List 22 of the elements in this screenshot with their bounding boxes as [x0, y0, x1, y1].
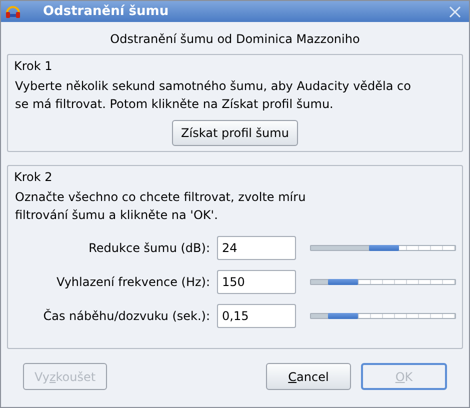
slider-track[interactable] — [310, 245, 456, 251]
field-label: Vyhlazení frekvence (Hz): — [55, 274, 211, 291]
field-label: Čas náběhu/dozvuku (sek.): — [42, 308, 211, 325]
slider-track[interactable] — [310, 313, 456, 319]
input-field[interactable]: 0,15 — [217, 304, 296, 328]
window-title: Odstranění šumu — [43, 2, 169, 21]
dialog-heading: Odstranění šumu od Dominica Mazzoniho — [109, 31, 361, 48]
slider-track[interactable] — [310, 279, 456, 285]
slider-thumb[interactable] — [328, 313, 358, 319]
slider-thumb[interactable] — [369, 245, 399, 251]
instructions: Označte všechno co chcete filtrovat, zvolte míru filtrování šumu a klikněte na 'OK'. — [14, 189, 307, 224]
group-title: Krok 2 — [14, 169, 54, 186]
slider-thumb[interactable] — [328, 279, 358, 285]
close-icon[interactable] — [449, 6, 461, 18]
noise-profile-button[interactable]: Získat profil šumu — [172, 120, 298, 146]
cancel-button[interactable]: Cancel — [266, 363, 351, 390]
group-title: Krok 1 — [14, 58, 54, 75]
input-field[interactable]: 24 — [217, 236, 296, 260]
field-label: Redukce šumu (dB): — [88, 240, 211, 257]
input-field[interactable]: 150 — [217, 270, 296, 294]
instructions: Vyberte několik sekund samotného šumu, aby Audacity věděla co se má filtrovat. Potom klikněte na Získat profil šumu. — [14, 78, 412, 113]
headphones-icon — [5, 4, 21, 19]
